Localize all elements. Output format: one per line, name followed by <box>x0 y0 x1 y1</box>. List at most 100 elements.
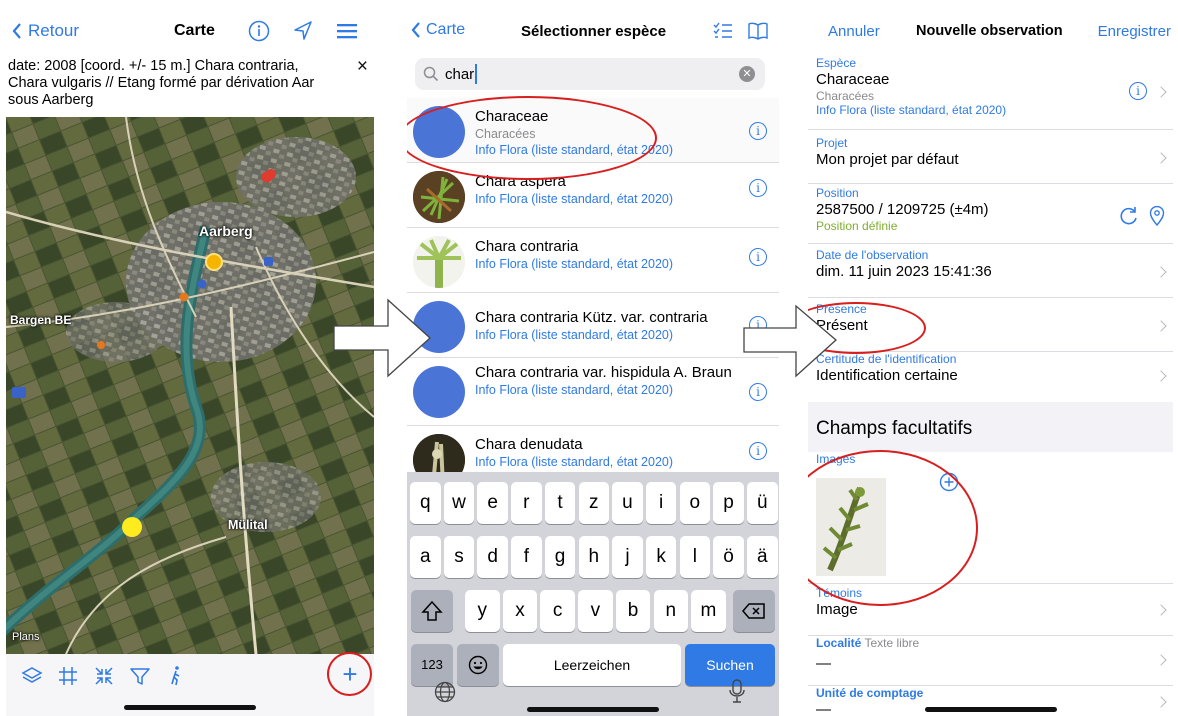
add-image-icon[interactable] <box>939 472 959 492</box>
species-search-field[interactable]: char ✕ <box>415 58 765 90</box>
key-t[interactable]: t <box>544 482 576 524</box>
species-source: Info Flora (liste standard, état 2020) <box>475 192 674 206</box>
checklist-icon[interactable] <box>712 20 734 42</box>
key-c[interactable]: c <box>540 590 575 632</box>
key-n[interactable]: n <box>653 590 688 632</box>
date-field[interactable]: Date de l'observation dim. 11 juin 2023 … <box>808 248 1173 298</box>
project-field[interactable]: Projet Mon projet par défaut <box>808 136 1173 184</box>
key-p[interactable]: p <box>713 482 744 524</box>
key-q[interactable]: q <box>410 482 441 524</box>
space-key[interactable]: Leerzeichen <box>503 644 681 686</box>
collapse-icon[interactable] <box>92 664 116 688</box>
key-ü[interactable]: ü <box>747 482 778 524</box>
species-photo <box>413 171 465 223</box>
info-icon[interactable]: i <box>1129 82 1147 100</box>
map-label-muelital: Mülital <box>228 518 268 532</box>
position-field[interactable]: Position 2587500 / 1209725 (±4m) Positio… <box>808 186 1173 244</box>
search-input[interactable]: char <box>445 66 474 83</box>
key-b[interactable]: b <box>615 590 651 632</box>
info-icon[interactable]: i <box>749 122 767 140</box>
species-name: Characeae <box>475 108 549 125</box>
add-observation-button[interactable]: + <box>330 656 370 696</box>
list-item[interactable]: Chara contraria var. hispidula A. Braun … <box>407 358 779 426</box>
species-search-screen: Carte Sélectionner espèce char ✕ Charace… <box>407 10 779 716</box>
back-button[interactable]: Retour <box>12 21 79 41</box>
key-i[interactable]: i <box>645 482 677 524</box>
observation-info-box[interactable]: date: 2008 [coord. +/- 15 m.] Chara cont… <box>6 54 374 118</box>
keyboard-row-4: 123 Leerzeichen Suchen <box>407 644 779 686</box>
list-item[interactable]: Chara contraria Info Flora (liste standa… <box>407 228 779 293</box>
field-value: dim. 11 juin 2023 15:41:36 <box>816 263 992 280</box>
key-v[interactable]: v <box>578 590 613 632</box>
key-f[interactable]: f <box>511 536 542 578</box>
orange-observation-marker <box>205 253 223 271</box>
key-a[interactable]: a <box>410 536 441 578</box>
cancel-button[interactable]: Annuler <box>828 23 880 40</box>
info-icon[interactable]: i <box>749 179 767 197</box>
species-results-list: Characeae Characées Info Flora (liste st… <box>407 98 779 491</box>
back-to-map-button[interactable]: Carte <box>411 21 465 39</box>
location-pin-icon[interactable] <box>1149 206 1165 226</box>
key-l[interactable]: l <box>679 536 711 578</box>
back-label: Retour <box>28 21 80 40</box>
witness-field[interactable]: Témoins Image <box>808 586 1173 636</box>
arrow-to-observation-screen <box>743 304 837 378</box>
text-cursor <box>475 64 478 84</box>
key-m[interactable]: m <box>691 590 726 632</box>
filter-icon[interactable] <box>128 664 152 688</box>
species-source: Info Flora (liste standard, état 2020) <box>816 103 1007 117</box>
certainty-field[interactable]: Certitude de l'identification Identifica… <box>808 352 1173 402</box>
key-u[interactable]: u <box>612 482 643 524</box>
map-label-bargen: Bargen BE <box>10 313 72 327</box>
info-icon[interactable]: i <box>749 442 767 460</box>
walking-icon[interactable] <box>164 664 188 688</box>
key-s[interactable]: s <box>443 536 475 578</box>
info-icon[interactable] <box>246 18 272 44</box>
info-icon[interactable]: i <box>749 248 767 266</box>
species-navbar: Carte Sélectionner espèce <box>407 10 779 52</box>
presence-field[interactable]: Présence Présent <box>808 302 1173 352</box>
new-observation-screen: Annuler Nouvelle observation Enregistrer… <box>808 10 1173 716</box>
species-name: Chara denudata <box>475 436 583 453</box>
field-label: Témoins <box>816 586 863 600</box>
location-arrow-icon[interactable] <box>290 18 316 44</box>
key-x[interactable]: x <box>502 590 538 632</box>
emoji-key[interactable] <box>457 644 499 686</box>
key-j[interactable]: j <box>612 536 643 578</box>
key-e[interactable]: e <box>477 482 508 524</box>
map-navbar: Retour Carte <box>6 10 374 52</box>
key-ö[interactable]: ö <box>713 536 744 578</box>
book-icon[interactable] <box>747 20 769 42</box>
key-d[interactable]: d <box>477 536 508 578</box>
layers-icon[interactable] <box>20 664 44 688</box>
clear-search-icon[interactable]: ✕ <box>739 66 755 82</box>
microphone-icon[interactable] <box>727 678 747 704</box>
key-ä[interactable]: ä <box>747 536 778 578</box>
list-item[interactable]: Chara aspera Info Flora (liste standard,… <box>407 163 779 228</box>
key-k[interactable]: k <box>645 536 677 578</box>
key-z[interactable]: z <box>578 482 609 524</box>
menu-icon[interactable] <box>334 18 360 44</box>
info-icon[interactable]: i <box>749 383 767 401</box>
grid-icon[interactable] <box>56 664 80 688</box>
refresh-icon[interactable] <box>1119 206 1139 226</box>
species-name: Chara contraria Kütz. var. contraria <box>475 309 708 326</box>
save-button[interactable]: Enregistrer <box>1098 23 1171 40</box>
locality-field[interactable]: Localité Texte libre — <box>808 636 1173 686</box>
key-h[interactable]: h <box>578 536 609 578</box>
list-item[interactable]: Characeae Characées Info Flora (liste st… <box>407 98 779 163</box>
key-g[interactable]: g <box>544 536 576 578</box>
globe-icon[interactable] <box>433 680 457 704</box>
observation-photo[interactable] <box>816 478 886 576</box>
species-field[interactable]: Espèce Characeae Characées Info Flora (l… <box>808 56 1173 130</box>
key-y[interactable]: y <box>465 590 500 632</box>
field-value: Image <box>816 601 858 618</box>
close-icon[interactable]: × <box>357 57 368 76</box>
key-r[interactable]: r <box>511 482 542 524</box>
satellite-map[interactable]: Aarberg Bargen BE Mülital Plans <box>6 117 374 654</box>
key-o[interactable]: o <box>679 482 711 524</box>
shift-key[interactable] <box>411 590 453 632</box>
list-item[interactable]: Chara contraria Kütz. var. contraria Inf… <box>407 293 779 358</box>
backspace-key[interactable] <box>733 590 775 632</box>
key-w[interactable]: w <box>443 482 475 524</box>
